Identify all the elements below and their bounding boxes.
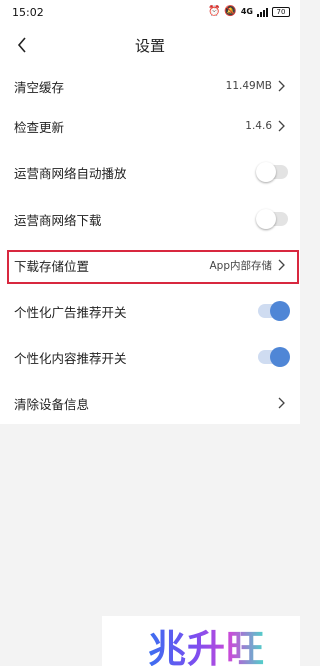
setting-label: 运营商网络下载 bbox=[14, 212, 102, 228]
setting-personalized-ads: 个性化广告推荐开关 bbox=[0, 291, 300, 331]
status-bar: 15:02 ⏰ 🔕 4G 70 bbox=[0, 0, 300, 24]
setting-clear-device-info[interactable]: 清除设备信息 bbox=[0, 383, 300, 423]
toggle-knob bbox=[256, 209, 276, 229]
setting-label: 运营商网络自动播放 bbox=[14, 165, 127, 181]
back-arrow-icon bbox=[17, 37, 26, 53]
settings-list: 清空缓存 11.49MB 检查更新 1.4.6 运营商网络自动播放 运营商网络下… bbox=[0, 66, 300, 424]
carrier-autoplay-toggle[interactable] bbox=[256, 162, 288, 182]
setting-label: 清空缓存 bbox=[14, 79, 65, 95]
chevron-right-icon bbox=[278, 119, 288, 133]
toggle-knob bbox=[256, 162, 276, 182]
setting-check-update[interactable]: 检查更新 1.4.6 bbox=[0, 106, 300, 146]
personalized-ads-toggle[interactable] bbox=[258, 301, 290, 321]
setting-carrier-autoplay: 运营商网络自动播放 bbox=[0, 152, 300, 192]
setting-label: 检查更新 bbox=[14, 119, 65, 135]
version-value: 1.4.6 bbox=[245, 120, 272, 132]
chevron-right-icon bbox=[278, 79, 288, 93]
nav-bar: 设置 bbox=[0, 24, 300, 66]
mute-icon: 🔕 bbox=[224, 6, 237, 17]
watermark-logo: 兆升旺 bbox=[102, 616, 300, 666]
signal-icon bbox=[257, 7, 268, 17]
personalized-content-toggle[interactable] bbox=[258, 347, 290, 367]
setting-label: 个性化广告推荐开关 bbox=[14, 304, 127, 320]
setting-label: 个性化内容推荐开关 bbox=[14, 350, 127, 366]
battery-icon: 70 bbox=[272, 7, 290, 17]
page-title: 设置 bbox=[134, 36, 165, 55]
chevron-right-icon bbox=[278, 396, 288, 410]
status-time: 15:02 bbox=[12, 5, 44, 19]
toggle-knob bbox=[270, 301, 290, 321]
setting-carrier-download: 运营商网络下载 bbox=[0, 199, 300, 239]
carrier-download-toggle[interactable] bbox=[256, 209, 288, 229]
setting-personalized-content: 个性化内容推荐开关 bbox=[0, 337, 300, 377]
status-icons: ⏰ 🔕 4G 70 bbox=[208, 7, 290, 17]
setting-clear-cache[interactable]: 清空缓存 11.49MB bbox=[0, 66, 300, 106]
back-button[interactable] bbox=[10, 33, 34, 57]
alarm-icon: ⏰ bbox=[207, 6, 221, 17]
network-label: 4G bbox=[240, 7, 253, 16]
watermark-text: 兆升旺 bbox=[148, 618, 265, 666]
setting-label: 清除设备信息 bbox=[14, 396, 90, 412]
toggle-knob bbox=[270, 347, 290, 367]
highlight-annotation-box bbox=[7, 250, 299, 284]
cache-size-value: 11.49MB bbox=[225, 80, 272, 92]
